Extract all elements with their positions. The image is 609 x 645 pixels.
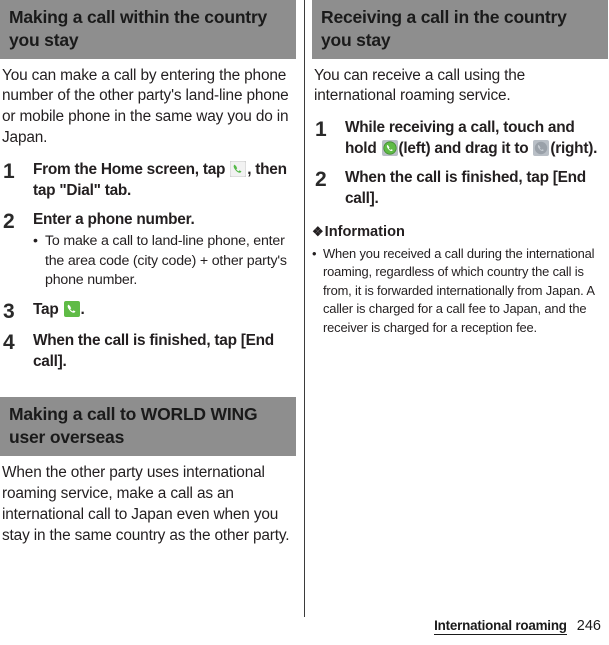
section-heading-receiving-a-call-in-country: Receiving a call in the country you stay: [312, 0, 608, 59]
step-title-part-3: (right).: [550, 139, 598, 157]
answer-call-green-icon: [381, 139, 398, 156]
bullet-marker: •: [312, 245, 317, 261]
step-number: 2: [3, 210, 15, 234]
step-item: 2 When the call is finished, tap [End ca…: [312, 168, 609, 209]
manual-page: Making a call within the country you sta…: [0, 0, 609, 645]
step-list-making-a-call: 1 From the Home screen, tap , then tap "…: [0, 160, 297, 372]
phone-handset-light-icon: [230, 161, 247, 178]
step-title-text-before: From the Home screen, tap: [33, 161, 226, 179]
step-title: Enter a phone number.: [33, 211, 195, 229]
step-body: Tap .: [33, 300, 297, 320]
step-title: Tap .: [33, 300, 297, 320]
step-item: 1 While receiving a call, touch and hold…: [312, 118, 609, 159]
section-intro-paragraph: You can make a call by entering the phon…: [2, 66, 289, 147]
step-list-receiving-a-call: 1 While receiving a call, touch and hold…: [312, 118, 609, 209]
step-item: 4 When the call is finished, tap [End ca…: [0, 331, 297, 372]
step-item: 3 Tap .: [0, 300, 297, 322]
step-title: When the call is finished, tap [End call…: [33, 332, 274, 370]
information-item-text: When you received a call during the inte…: [323, 245, 595, 335]
section-intro-paragraph: You can receive a call using the interna…: [314, 66, 526, 105]
step-body: When the call is finished, tap [End call…: [345, 168, 609, 209]
page-footer: International roaming 246: [0, 615, 609, 637]
section-intro-paragraph: When the other party uses international …: [2, 463, 290, 544]
step-number: 2: [315, 168, 327, 192]
information-item: • When you received a call during the in…: [312, 245, 609, 338]
step-body: From the Home screen, tap , then tap "Di…: [33, 160, 297, 201]
end-call-gray-icon: [533, 139, 550, 156]
bullet-item: • To make a call to land-line phone, ent…: [33, 232, 297, 292]
step-number: 3: [3, 300, 15, 324]
diamond-flower-icon: ❖: [312, 224, 324, 240]
step-sub-bullet-list: • To make a call to land-line phone, ent…: [33, 232, 297, 292]
step-body: When the call is finished, tap [End call…: [33, 331, 297, 372]
step-body: Enter a phone number. • To make a call t…: [33, 210, 297, 291]
step-number: 4: [3, 331, 15, 355]
step-title: From the Home screen, tap , then tap "Di…: [33, 160, 297, 201]
step-title-text-before: Tap: [33, 301, 59, 319]
phone-handset-green-icon: [63, 301, 80, 318]
step-number: 1: [315, 118, 327, 142]
information-heading: ❖ Information: [312, 223, 609, 241]
column-divider: [304, 0, 305, 617]
step-item: 2 Enter a phone number. • To make a call…: [0, 210, 297, 291]
bullet-text: To make a call to land-line phone, enter…: [45, 232, 287, 289]
step-title-part-2: (left) and drag it to: [398, 139, 529, 157]
information-list: • When you received a call during the in…: [312, 245, 609, 338]
step-title: When the call is finished, tap [End call…: [345, 169, 586, 207]
bullet-marker: •: [33, 232, 38, 249]
step-body: While receiving a call, touch and hold (…: [345, 118, 609, 159]
information-block: ❖ Information • When you received a call…: [312, 223, 609, 337]
left-column: Making a call within the country you sta…: [0, 0, 297, 547]
section-heading-world-wing-user-overseas: Making a call to WORLD WING user oversea…: [0, 397, 296, 456]
step-title-text-after: .: [80, 301, 85, 319]
section-heading-making-a-call-within-country: Making a call within the country you sta…: [0, 0, 296, 59]
information-heading-label: Information: [324, 224, 405, 241]
right-column: Receiving a call in the country you stay…: [312, 0, 609, 337]
footer-section-label: International roaming: [434, 617, 567, 635]
step-title: While receiving a call, touch and hold (…: [345, 118, 609, 159]
footer-page-number: 246: [576, 617, 601, 634]
step-number: 1: [3, 160, 15, 184]
step-item: 1 From the Home screen, tap , then tap "…: [0, 160, 297, 201]
